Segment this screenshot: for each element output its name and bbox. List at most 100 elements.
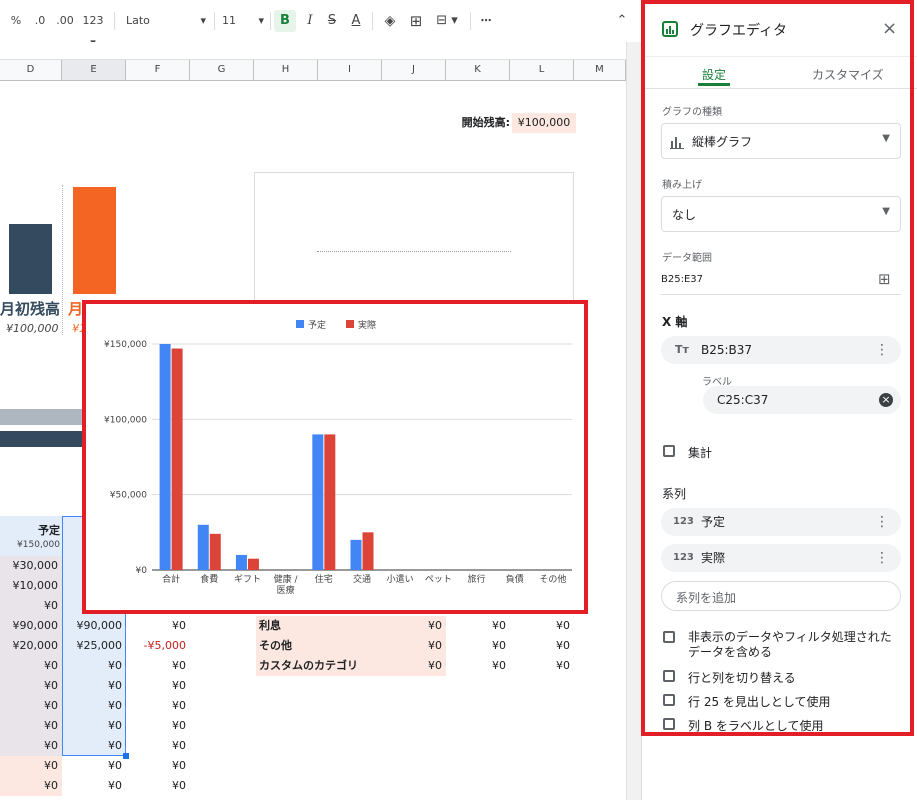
- cell-e8[interactable]: ¥0: [62, 696, 126, 716]
- other-j[interactable]: ¥0: [382, 636, 446, 656]
- more-tools-button[interactable]: ⋯: [476, 10, 496, 32]
- font-family-menu[interactable]: Lato ▾: [120, 10, 210, 32]
- series-chip-actual[interactable]: 123 実際 ⋮: [661, 544, 901, 572]
- interest-k[interactable]: ¥0: [446, 616, 510, 636]
- cell-d11[interactable]: ¥0: [0, 756, 62, 776]
- close-icon[interactable]: ×: [882, 18, 897, 39]
- cell-e7[interactable]: ¥0: [62, 676, 126, 696]
- custom-k[interactable]: ¥0: [446, 656, 510, 676]
- chart-type-value: 縦棒グラフ: [692, 135, 753, 149]
- aggregate-checkbox[interactable]: [663, 445, 675, 457]
- cell-f9[interactable]: ¥0: [126, 716, 190, 736]
- category-other[interactable]: その他: [256, 636, 382, 656]
- column-header-m[interactable]: M: [574, 60, 626, 80]
- budget-chart[interactable]: ¥0 ¥50,000 ¥100,000 ¥150,000 予定 実際 合計 食費 ギフト 健康 /…: [82, 300, 588, 614]
- remove-icon[interactable]: ×: [879, 393, 893, 407]
- column-header-g[interactable]: G: [190, 60, 254, 80]
- collapse-toolbar-icon[interactable]: ⌃: [612, 10, 632, 32]
- y-tick-label: ¥100,000: [104, 415, 147, 425]
- cell-e11[interactable]: ¥0: [62, 756, 126, 776]
- cell-f6[interactable]: ¥0: [126, 656, 190, 676]
- other-k[interactable]: ¥0: [446, 636, 510, 656]
- cell-f5[interactable]: -¥5,000: [126, 636, 190, 656]
- interest-l[interactable]: ¥0: [510, 616, 574, 636]
- cell-d12[interactable]: ¥0: [0, 776, 62, 796]
- percent-format-button[interactable]: %: [6, 10, 26, 32]
- cell-f10[interactable]: ¥0: [126, 736, 190, 756]
- italic-button[interactable]: I: [300, 10, 320, 32]
- cell-f12[interactable]: ¥0: [126, 776, 190, 796]
- cell-e10[interactable]: ¥0: [62, 736, 126, 756]
- cell-f7[interactable]: ¥0: [126, 676, 190, 696]
- x-tick-label: 医療: [277, 584, 295, 596]
- merge-cells-icon[interactable]: ⊟ ▾: [430, 10, 464, 32]
- number-format-menu[interactable]: 123 ▾: [78, 10, 108, 49]
- category-custom[interactable]: カスタムのカテゴリ: [256, 656, 382, 676]
- column-header-l[interactable]: L: [510, 60, 574, 80]
- cell-f4[interactable]: ¥0: [126, 616, 190, 636]
- tab-customize[interactable]: カスタマイズ: [812, 66, 884, 83]
- interest-j[interactable]: ¥0: [382, 616, 446, 636]
- tab-setup[interactable]: 設定: [702, 66, 726, 83]
- include-hidden-checkbox[interactable]: [663, 631, 675, 643]
- cell-f11[interactable]: ¥0: [126, 756, 190, 776]
- cell-d6[interactable]: ¥0: [0, 656, 62, 676]
- switch-rows-checkbox[interactable]: [663, 670, 675, 682]
- cell-e12[interactable]: ¥0: [62, 776, 126, 796]
- data-range-value[interactable]: B25:E37: [661, 274, 703, 285]
- column-header-d[interactable]: D: [0, 60, 62, 80]
- cell-d5[interactable]: ¥20,000: [0, 636, 62, 656]
- secondary-chart-frame[interactable]: [254, 172, 574, 302]
- column-header-i[interactable]: I: [318, 60, 382, 80]
- category-interest[interactable]: 利息: [256, 616, 382, 636]
- column-header-j[interactable]: J: [382, 60, 446, 80]
- bold-button[interactable]: B: [274, 10, 296, 32]
- cell-d3[interactable]: ¥0: [0, 596, 62, 616]
- fill-color-icon[interactable]: ◈: [380, 10, 400, 32]
- series-chip-planned[interactable]: 123 予定 ⋮: [661, 508, 901, 536]
- more-vert-icon[interactable]: ⋮: [875, 546, 889, 570]
- selection-handle[interactable]: [123, 753, 129, 759]
- font-size-menu[interactable]: 11 ▾: [218, 10, 266, 32]
- other-l[interactable]: ¥0: [510, 636, 574, 656]
- custom-l[interactable]: ¥0: [510, 656, 574, 676]
- x-axis-chip[interactable]: Tт B25:B37 ⋮: [661, 336, 901, 364]
- grid-select-icon[interactable]: ⊞: [878, 270, 891, 288]
- header-row-checkbox[interactable]: [663, 694, 675, 706]
- add-series-button[interactable]: 系列を追加: [661, 581, 901, 611]
- formula-bar[interactable]: [0, 42, 640, 59]
- cell-d7[interactable]: ¥0: [0, 676, 62, 696]
- cell-f8[interactable]: ¥0: [126, 696, 190, 716]
- column-header-k[interactable]: K: [446, 60, 510, 80]
- cell-d10[interactable]: ¥0: [0, 736, 62, 756]
- column-header-f[interactable]: F: [126, 60, 190, 80]
- cell-e5[interactable]: ¥25,000: [62, 636, 126, 656]
- more-vert-icon[interactable]: ⋮: [875, 338, 889, 362]
- budget-header: 予定: [38, 524, 60, 537]
- decrease-decimal-button[interactable]: .0: [30, 10, 50, 32]
- cell-e6[interactable]: ¥0: [62, 656, 126, 676]
- cell-e4[interactable]: ¥90,000: [62, 616, 126, 636]
- text-color-button[interactable]: A: [346, 10, 366, 32]
- custom-j[interactable]: ¥0: [382, 656, 446, 676]
- strikethrough-button[interactable]: S: [322, 10, 342, 32]
- stacking-select[interactable]: なし ▼: [661, 196, 901, 232]
- cell-d4[interactable]: ¥90,000: [0, 616, 62, 636]
- label-chip[interactable]: C25:C37 ×: [703, 386, 901, 414]
- borders-icon[interactable]: ⊞: [406, 10, 426, 32]
- label-column-checkbox[interactable]: [663, 718, 675, 730]
- chart-type-select[interactable]: 縦棒グラフ ▼: [661, 123, 901, 159]
- cell-d9[interactable]: ¥0: [0, 716, 62, 736]
- increase-decimal-button[interactable]: .00: [54, 10, 76, 32]
- vertical-scrollbar[interactable]: [626, 42, 641, 800]
- budget-header-cell[interactable]: 予定 ¥150,000: [0, 516, 62, 556]
- cell-d2[interactable]: ¥10,000: [0, 576, 62, 596]
- switch-rows-label: 行と列を切り替える: [688, 671, 796, 685]
- column-header-h[interactable]: H: [254, 60, 318, 80]
- cell-e9[interactable]: ¥0: [62, 716, 126, 736]
- start-balance-value[interactable]: ¥100,000: [512, 113, 576, 133]
- cell-d8[interactable]: ¥0: [0, 696, 62, 716]
- more-vert-icon[interactable]: ⋮: [875, 510, 889, 534]
- column-header-e[interactable]: E: [62, 60, 126, 80]
- cell-d1[interactable]: ¥30,000: [0, 556, 62, 576]
